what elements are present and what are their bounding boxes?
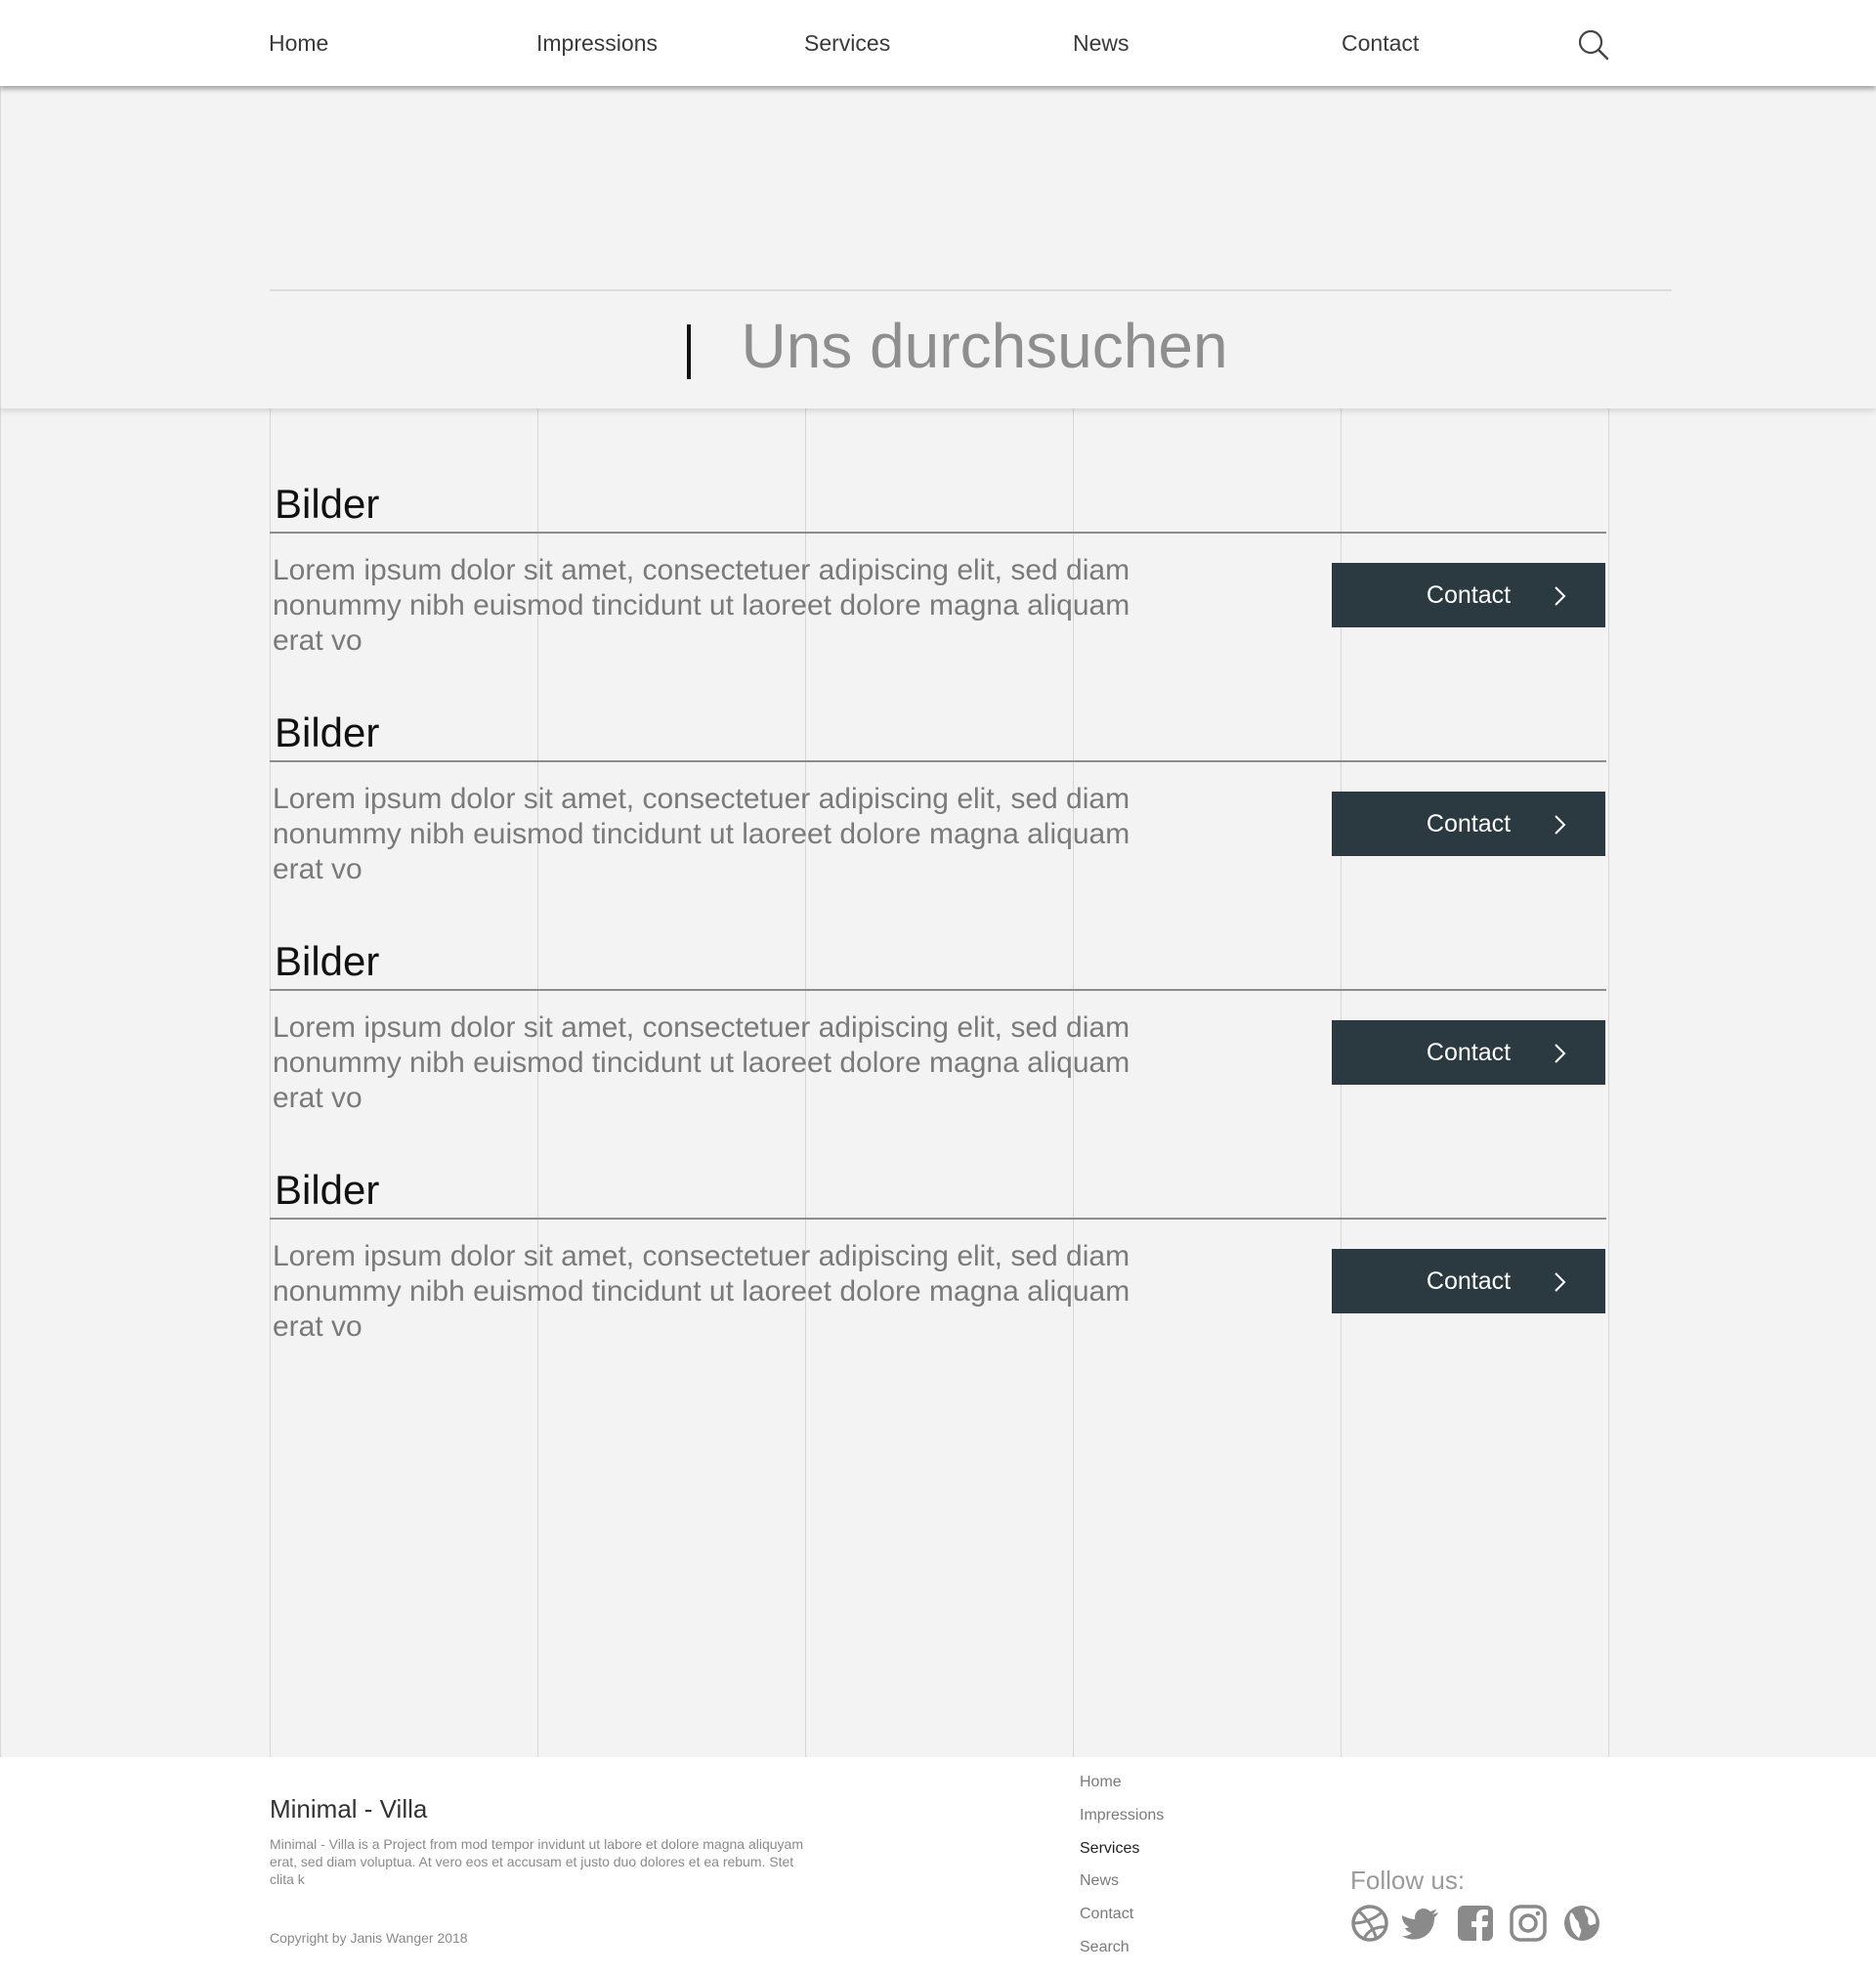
search-panel: Uns durchsuchen xyxy=(0,86,1876,408)
top-nav-bar: Home Impressions Services News Contact xyxy=(0,0,1876,86)
footer-copyright: Copyright by Janis Wanger 2018 xyxy=(270,1930,468,1946)
nav-contact[interactable]: Contact xyxy=(1342,27,1419,59)
footer-nav-impressions[interactable]: Impressions xyxy=(1080,1806,1164,1825)
footer-nav-home[interactable]: Home xyxy=(1080,1773,1122,1792)
contact-button[interactable]: Contact xyxy=(1332,563,1605,627)
footer-nav-news[interactable]: News xyxy=(1080,1871,1119,1891)
section-text: Lorem ipsum dolor sit amet, consectetuer… xyxy=(273,1011,1130,1114)
content-section: Bilder Lorem ipsum dolor sit amet, conse… xyxy=(270,709,1606,938)
instagram-icon[interactable] xyxy=(1509,1904,1548,1943)
nav-news[interactable]: News xyxy=(1073,27,1130,59)
footer-brand: Minimal - Villa xyxy=(270,1794,428,1824)
content-area: Bilder Lorem ipsum dolor sit amet, conse… xyxy=(0,408,1876,1757)
contact-button[interactable]: Contact xyxy=(1332,1249,1605,1313)
follow-us-label: Follow us: xyxy=(1350,1866,1466,1895)
footer-nav-search[interactable]: Search xyxy=(1080,1938,1130,1957)
chevron-right-icon xyxy=(1555,586,1566,606)
section-divider xyxy=(270,532,1606,534)
search-input[interactable]: Uns durchsuchen xyxy=(270,193,1672,381)
section-title: Bilder xyxy=(275,481,380,527)
chevron-right-icon xyxy=(1555,815,1566,835)
section-divider xyxy=(270,760,1606,762)
section-text: Lorem ipsum dolor sit amet, consectetuer… xyxy=(273,554,1130,657)
content-section: Bilder Lorem ipsum dolor sit amet, conse… xyxy=(270,938,1606,1167)
content-section: Bilder Lorem ipsum dolor sit amet, conse… xyxy=(270,481,1606,709)
chevron-right-icon xyxy=(1555,1044,1566,1063)
section-title: Bilder xyxy=(275,938,380,984)
footer-nav-contact[interactable]: Contact xyxy=(1080,1905,1133,1924)
section-text: Lorem ipsum dolor sit amet, consectetuer… xyxy=(273,783,1130,885)
globe-icon[interactable] xyxy=(1562,1904,1601,1943)
grid-line xyxy=(1608,408,1609,1757)
nav-services[interactable]: Services xyxy=(804,27,890,59)
facebook-icon[interactable] xyxy=(1456,1904,1495,1943)
footer-description: Minimal - Villa is a Project from mod te… xyxy=(270,1836,803,1887)
section-title: Bilder xyxy=(275,1167,380,1213)
section-text: Lorem ipsum dolor sit amet, consectetuer… xyxy=(273,1240,1130,1343)
footer: Minimal - Villa Minimal - Villa is a Pro… xyxy=(0,1757,1876,1974)
search-icon[interactable] xyxy=(1577,28,1610,62)
contact-button[interactable]: Contact xyxy=(1332,1020,1605,1085)
section-divider xyxy=(270,989,1606,991)
chevron-right-icon xyxy=(1555,1272,1566,1292)
twitter-icon[interactable] xyxy=(1402,1904,1441,1943)
content-section: Bilder Lorem ipsum dolor sit amet, conse… xyxy=(270,1167,1606,1395)
nav-home[interactable]: Home xyxy=(269,27,328,59)
section-divider xyxy=(270,1218,1606,1220)
contact-button[interactable]: Contact xyxy=(1332,792,1605,856)
footer-nav-services[interactable]: Services xyxy=(1080,1839,1139,1859)
dribbble-icon[interactable] xyxy=(1350,1904,1389,1943)
nav-impressions[interactable]: Impressions xyxy=(536,27,658,59)
section-title: Bilder xyxy=(275,709,380,755)
search-placeholder: Uns durchsuchen xyxy=(741,311,1228,381)
